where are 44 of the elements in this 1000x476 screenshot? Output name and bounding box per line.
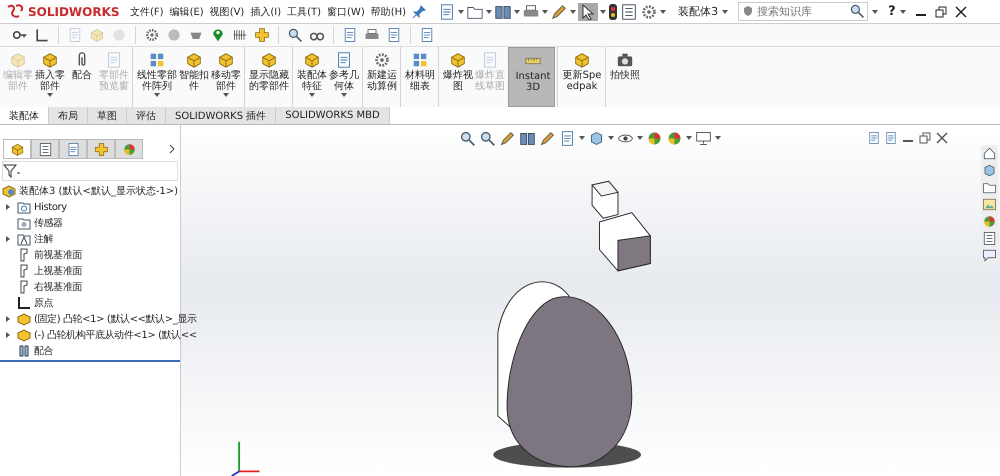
tree-item[interactable]: 配合	[0, 343, 54, 359]
tree-item-label: History	[34, 202, 67, 212]
tab[interactable]: 布局	[49, 107, 88, 124]
ribbon-button[interactable]: 智能扣件	[178, 47, 210, 107]
tree-item[interactable]: History	[0, 199, 67, 215]
tree-item-label: 注解	[34, 232, 54, 246]
tree-item[interactable]: (-) 凸轮机构平底从动件<1> (默认<<	[0, 327, 197, 343]
ribbon-button[interactable]: Instant3D	[508, 47, 555, 107]
tree-item[interactable]: (固定) 凸轮<1> (默认<<默认>_显示	[0, 311, 197, 327]
search-field[interactable]: 搜索知识库	[738, 2, 868, 21]
menu-item[interactable]: 文件(F)	[130, 4, 164, 18]
tab[interactable]: SOLIDWORKS 插件	[166, 107, 276, 124]
tree-item[interactable]: 右视基准面	[0, 279, 82, 295]
tree-item-label: 装配体3 (默认<默认_显示状态-1>)	[19, 184, 178, 198]
tree-item[interactable]: 传感器	[0, 215, 63, 231]
tree-item[interactable]: 上视基准面	[0, 263, 82, 279]
tab[interactable]: SOLIDWORKS MBD	[276, 107, 390, 124]
logo-text: SOLIDWORKS	[28, 4, 120, 18]
tree-item[interactable]: 原点	[0, 295, 54, 311]
tree-item-label: (-) 凸轮机构平底从动件<1> (默认<<	[34, 328, 197, 342]
menu-item[interactable]: 窗口(W)	[327, 4, 365, 18]
tree-item[interactable]: 注解	[0, 231, 54, 247]
help-button[interactable]: ?	[888, 4, 896, 19]
tree-item[interactable]: 前视基准面	[0, 247, 82, 263]
tree-item-label: 上视基准面	[34, 264, 82, 278]
tree-item-label: 右视基准面	[34, 280, 82, 294]
document-title[interactable]: 装配体3	[678, 4, 718, 19]
menu-item[interactable]: 编辑(E)	[170, 4, 204, 18]
tree-item-label: 传感器	[34, 216, 63, 230]
ribbon-button[interactable]: 参考几何体	[328, 47, 360, 107]
menu-item[interactable]: 视图(V)	[210, 4, 244, 18]
tab[interactable]: 草图	[88, 107, 127, 124]
tree-item-label: 配合	[34, 345, 54, 358]
menu-item[interactable]: 插入(I)	[250, 4, 282, 18]
tab[interactable]: 评估	[127, 107, 166, 124]
tree-item-label: 前视基准面	[34, 248, 82, 262]
ribbon-button[interactable]: 配合	[66, 47, 98, 107]
menu-item[interactable]: 帮助(H)	[370, 4, 406, 18]
tree-item[interactable]: 装配体3 (默认<默认_显示状态-1>)	[0, 183, 178, 199]
ribbon-button[interactable]: 插入零部件	[34, 47, 66, 107]
menu-item[interactable]: 工具(T)	[287, 4, 322, 18]
ribbon-button[interactable]: 移动零部件	[210, 47, 242, 107]
tree-item-label: (固定) 凸轮<1> (默认<<默认>_显示	[34, 312, 197, 326]
tree-item-label: 原点	[34, 296, 54, 310]
